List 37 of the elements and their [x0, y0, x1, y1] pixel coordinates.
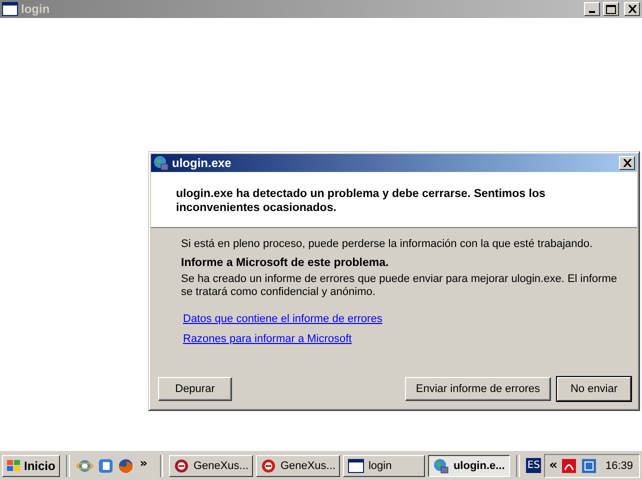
- maximize-icon: [606, 4, 616, 14]
- section-text: Se ha creado un informe de errores que puede enviar para mejorar ulogin.exe. El informe se tratará como confidencial y anónimo.: [181, 273, 617, 299]
- network-icon[interactable]: [581, 458, 598, 474]
- clock: 16:39: [605, 460, 633, 472]
- application-icon: [174, 458, 190, 474]
- taskbar-button[interactable]: ulogin.e...: [428, 454, 510, 476]
- application-icon: [261, 458, 276, 474]
- link[interactable]: Razones para informar a Microsoft: [183, 333, 352, 345]
- close-button[interactable]: [619, 156, 635, 170]
- dialog-title: ulogin.exe: [172, 156, 232, 170]
- tray-expand-button[interactable]: «: [549, 458, 558, 473]
- globe-icon: [433, 458, 450, 474]
- close-button[interactable]: [624, 2, 640, 16]
- language-indicator[interactable]: ES: [526, 458, 542, 473]
- window-icon: [2, 2, 18, 16]
- windows-flag-icon: [7, 460, 21, 472]
- firefox-icon[interactable]: [117, 456, 135, 474]
- error-headline: ulogin.exe ha detectado un problema y debe cerrarse. Sentimos los inconvenientes ocasionados.: [176, 187, 546, 215]
- link[interactable]: Datos que contiene el informe de errores: [183, 313, 382, 325]
- taskbar-button[interactable]: login: [343, 454, 426, 476]
- close-icon: [622, 159, 632, 167]
- minimize-button[interactable]: [584, 2, 600, 16]
- start-button[interactable]: Inicio: [2, 454, 60, 476]
- window-icon: [348, 458, 364, 472]
- dialog-button[interactable]: No enviar: [557, 377, 631, 401]
- window-title: login: [21, 2, 51, 16]
- close-icon: [628, 5, 636, 13]
- maximize-button[interactable]: [603, 2, 619, 16]
- document-icon[interactable]: [96, 456, 114, 474]
- globe-icon: [153, 155, 169, 171]
- taskbar-button[interactable]: GeneXus...: [169, 454, 254, 476]
- taskbar-button[interactable]: GeneXus...: [256, 454, 340, 476]
- dialog-button[interactable]: Enviar informe de errores: [404, 377, 551, 401]
- notice-text: Si está en pleno proceso, puede perderse la información con la que esté trabajando.: [181, 238, 594, 251]
- section-title: Informe a Microsoft de este problema.: [181, 257, 390, 269]
- dialog-button[interactable]: Depurar: [158, 377, 232, 401]
- more-button[interactable]: »: [138, 456, 154, 476]
